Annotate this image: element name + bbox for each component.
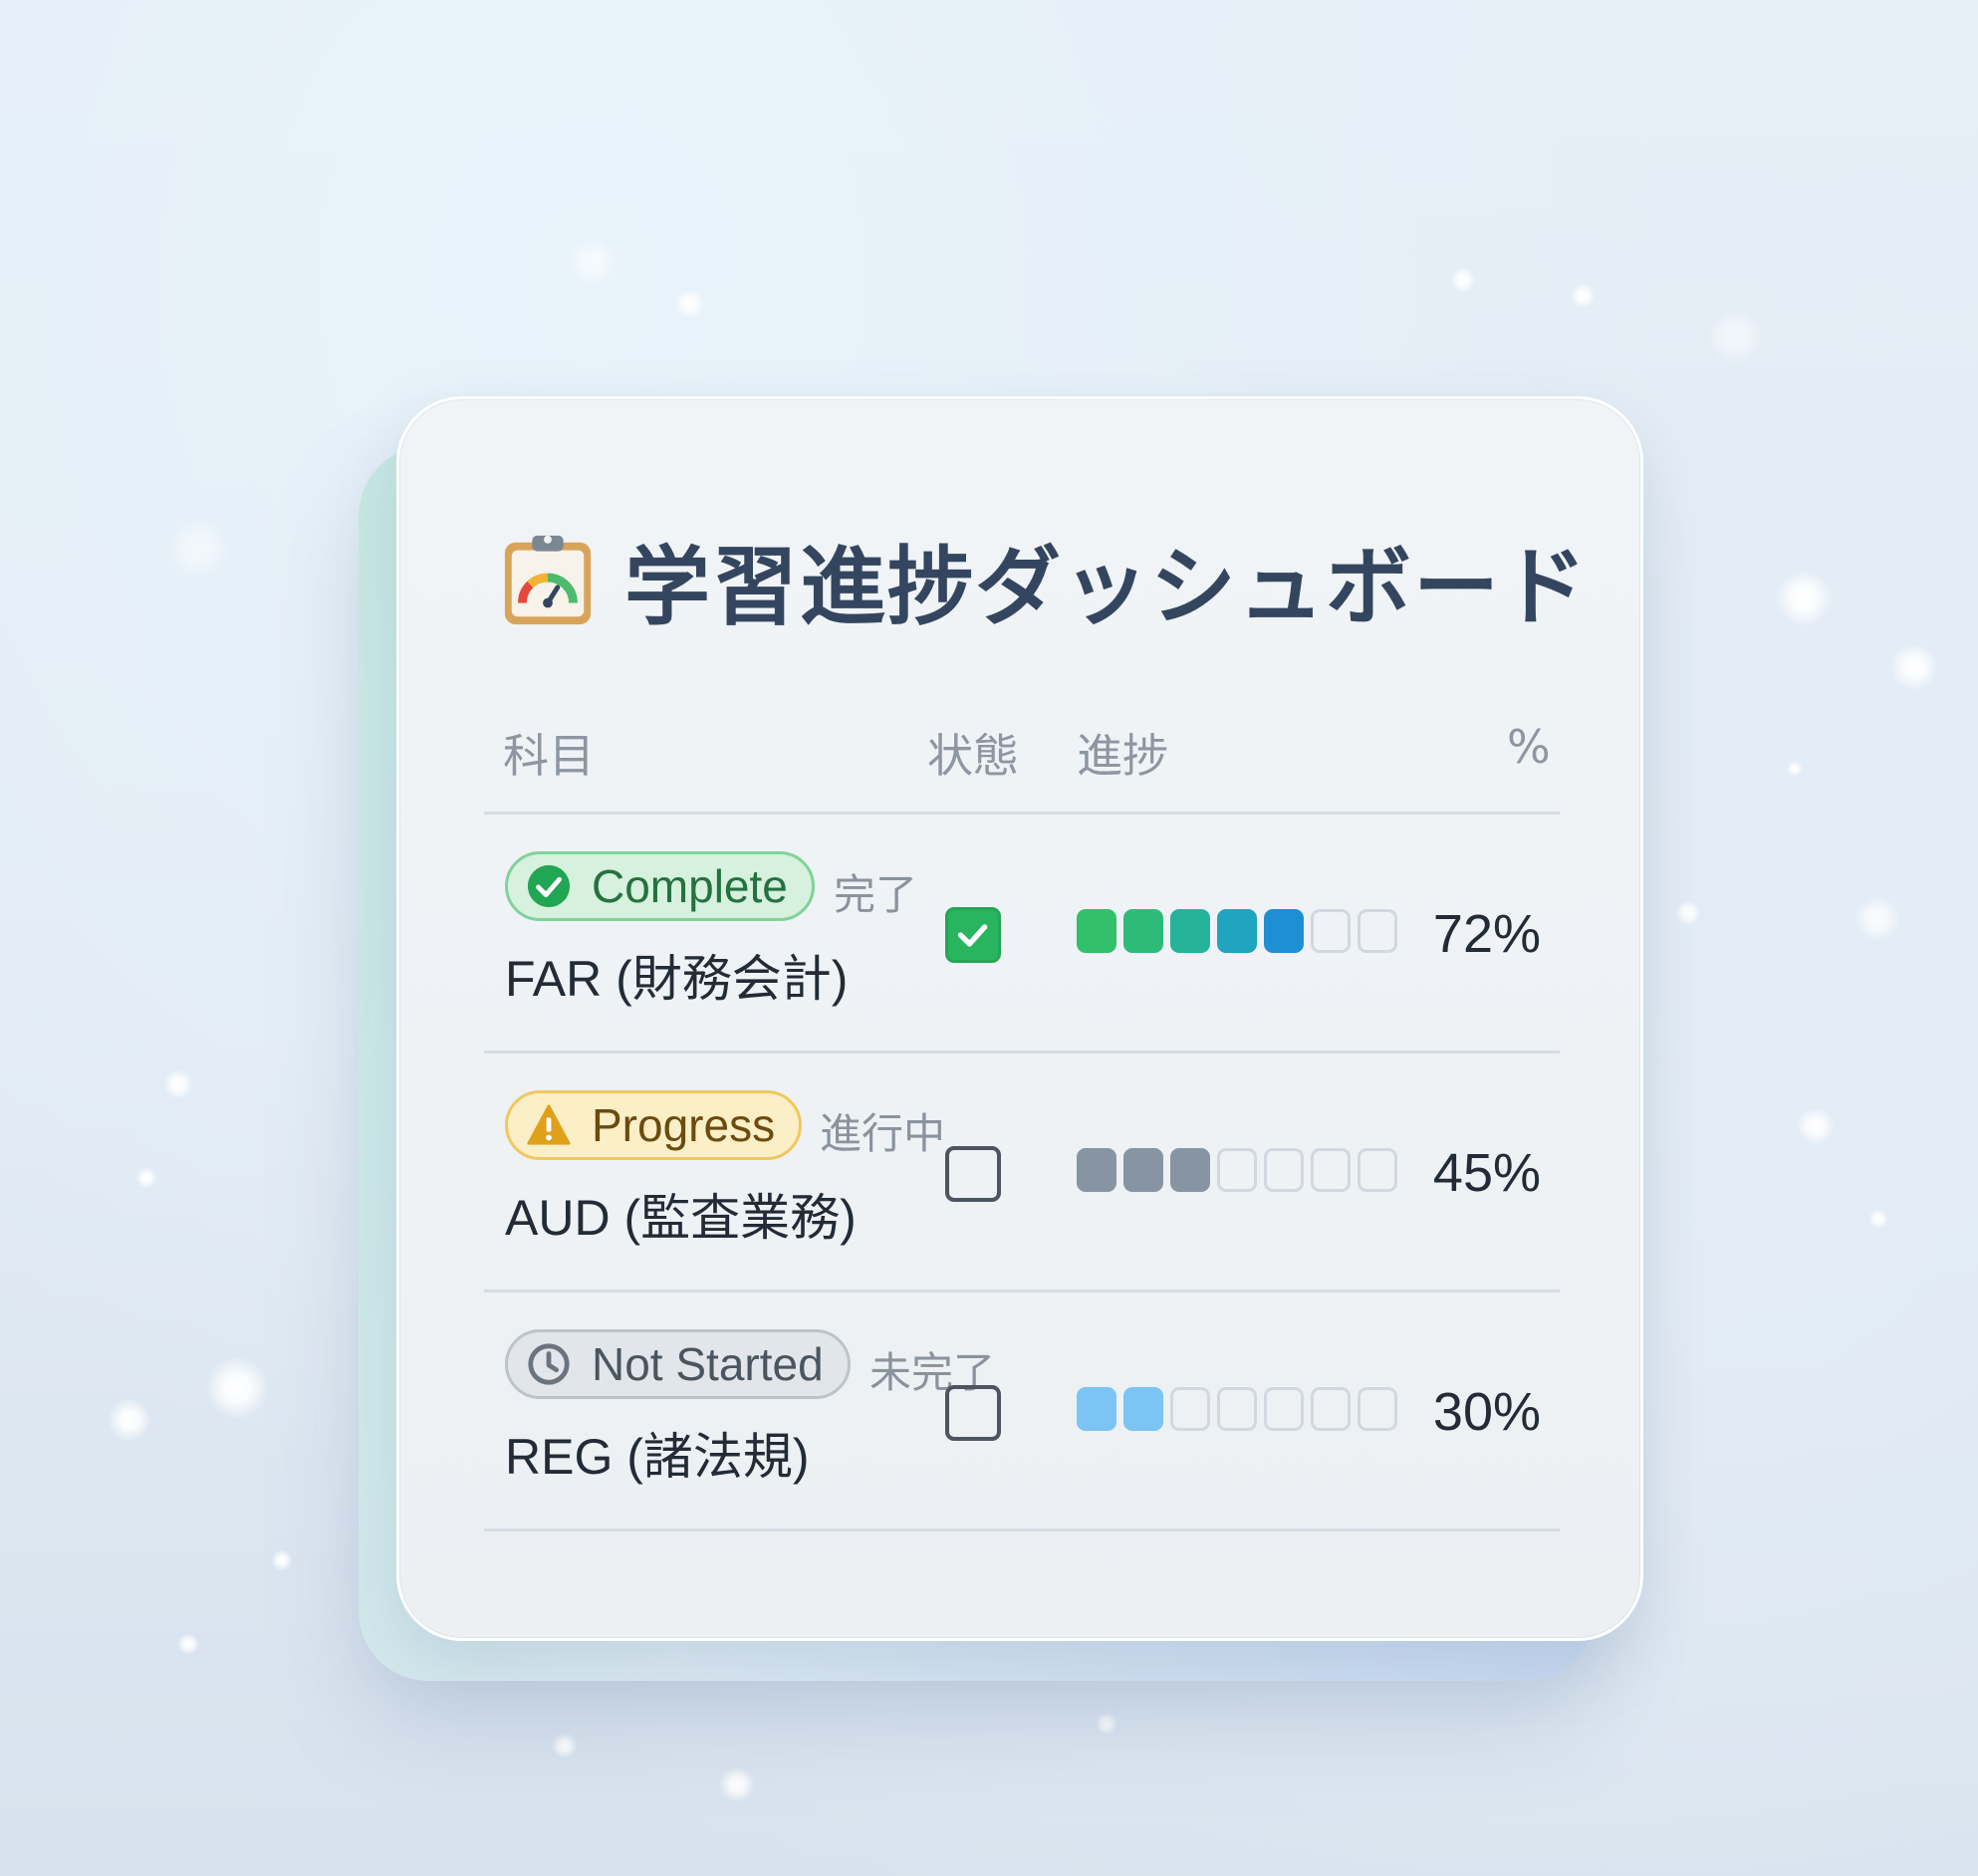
progress-segment-filled	[1077, 1148, 1116, 1192]
progress-segment-filled	[1264, 909, 1304, 953]
progress-segment-filled	[1123, 1148, 1163, 1192]
progress-segment-empty	[1217, 1387, 1257, 1431]
title-row: 学習進捗ダッシュボード	[499, 517, 1589, 641]
status-text-jp: 完了	[834, 870, 918, 919]
progress-bar	[1077, 1387, 1404, 1431]
progress-percent: 30%	[1432, 1382, 1541, 1442]
table-row: Complete 完了 FAR (財務会計) 72%	[399, 812, 1640, 1051]
table-row: Not Started 未完了 REG (諸法規) 30%	[399, 1290, 1640, 1528]
clipboard-gauge-icon	[504, 535, 592, 624]
completion-checkbox[interactable]	[945, 907, 1001, 963]
progress-segment-empty	[1311, 1148, 1351, 1192]
sparkle	[1450, 267, 1476, 293]
column-header-percent: %	[1507, 720, 1551, 774]
sparkle	[1570, 283, 1596, 309]
sparkle	[1890, 643, 1938, 691]
sparkle	[271, 1549, 293, 1571]
progress-segment-empty	[1311, 1387, 1351, 1431]
progress-segment-empty	[1311, 909, 1351, 953]
sparkle	[675, 289, 705, 319]
progress-segment-empty	[1264, 1387, 1304, 1431]
progress-percent: 72%	[1432, 904, 1541, 964]
column-header-progress: 進捗	[1077, 729, 1168, 783]
progress-segment-empty	[1358, 909, 1397, 953]
progress-segment-empty	[1358, 1387, 1397, 1431]
status-badge-label: Progress	[592, 1099, 776, 1151]
progress-segment-filled	[1170, 909, 1210, 953]
sparkle	[1775, 570, 1833, 627]
sparkle	[135, 1167, 157, 1189]
sparkle	[1854, 896, 1900, 942]
subject-name: FAR (財務会計)	[505, 951, 849, 1007]
progress-segment-filled	[1077, 1387, 1116, 1431]
sparkle	[1096, 1713, 1117, 1735]
progress-segment-filled	[1077, 909, 1116, 953]
check-circle-icon	[527, 864, 571, 908]
column-header-subject: 科目	[503, 729, 595, 783]
status-badge-progress: Progress	[505, 1090, 803, 1160]
status-badge-label: Not Started	[592, 1338, 824, 1390]
sparkle	[205, 1356, 269, 1420]
progress-segment-empty	[1217, 1148, 1257, 1192]
sparkle	[177, 1633, 199, 1655]
sparkle	[1707, 309, 1763, 364]
completion-checkbox[interactable]	[945, 1385, 1001, 1441]
warning-triangle-icon	[527, 1104, 571, 1145]
status-text-jp: 進行中	[820, 1109, 946, 1158]
progress-segment-empty	[1358, 1148, 1397, 1192]
sparkle	[568, 237, 618, 287]
column-header-status: 状態	[927, 729, 1019, 783]
subject-name: REG (諸法規)	[505, 1429, 810, 1485]
row-divider	[484, 1528, 1560, 1531]
clock-icon	[528, 1343, 570, 1385]
sparkle	[108, 1398, 151, 1442]
checkmark-icon	[957, 924, 988, 947]
sparkle	[1787, 761, 1803, 777]
sparkle	[552, 1733, 578, 1759]
sparkle	[163, 1069, 193, 1099]
progress-bar	[1077, 1148, 1404, 1192]
status-badge-not-started: Not Started	[505, 1329, 851, 1399]
progress-segment-empty	[1264, 1148, 1304, 1192]
progress-segment-filled	[1170, 1148, 1210, 1192]
progress-percent: 45%	[1432, 1143, 1541, 1203]
page-title: 学習進捗ダッシュボード	[624, 538, 1589, 637]
sparkle	[719, 1766, 755, 1802]
sparkle	[167, 518, 229, 580]
sparkle	[1868, 1209, 1888, 1229]
dashboard-card: 学習進捗ダッシュボード 科目 状態 進捗 % Complete 完了 FAR (…	[396, 396, 1643, 1641]
table-row: Progress 進行中 AUD (監査業務) 45%	[399, 1051, 1640, 1290]
progress-segment-filled	[1123, 1387, 1163, 1431]
status-badge-complete: Complete	[505, 851, 815, 921]
sparkle	[1797, 1107, 1835, 1145]
subject-name: AUD (監査業務)	[505, 1190, 857, 1246]
completion-checkbox[interactable]	[945, 1146, 1001, 1202]
progress-segment-empty	[1170, 1387, 1210, 1431]
progress-segment-filled	[1123, 909, 1163, 953]
status-badge-label: Complete	[592, 860, 788, 912]
progress-segment-filled	[1217, 909, 1257, 953]
sparkle	[1675, 900, 1701, 926]
progress-bar	[1077, 909, 1404, 953]
